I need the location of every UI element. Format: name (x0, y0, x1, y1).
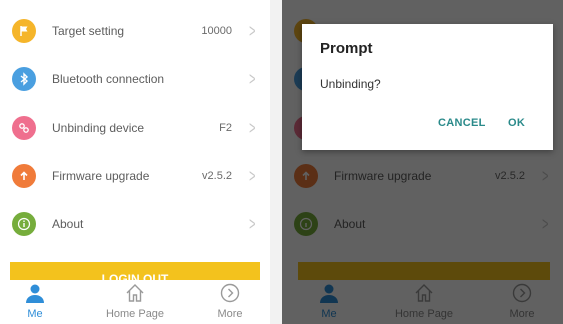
settings-screen-dimmed: Target setting 10000 > Bluetooth connect… (282, 0, 563, 324)
row-label: Unbinding device (52, 121, 145, 135)
chevron-right-icon: > (249, 68, 256, 89)
upload-icon (12, 164, 36, 188)
tab-more[interactable]: More (205, 280, 255, 324)
about-row[interactable]: About > (0, 200, 270, 248)
chevron-right-icon: > (249, 165, 256, 186)
target-setting-row[interactable]: Target setting 10000 > (0, 7, 270, 55)
unlink-icon (12, 116, 36, 140)
tab-label: Me (27, 308, 43, 320)
row-value: v2.5.2 (202, 170, 232, 182)
firmware-upgrade-row[interactable]: Firmware upgrade v2.5.2 > (0, 152, 270, 200)
info-icon (12, 212, 36, 236)
person-icon (10, 282, 60, 306)
row-value: F2 (219, 122, 232, 134)
ok-button[interactable]: OK (508, 117, 525, 129)
settings-screen: Target setting 10000 > Bluetooth connect… (0, 0, 270, 324)
tab-label: Home Page (105, 308, 165, 320)
row-label: Target setting (52, 24, 125, 38)
row-label: Bluetooth connection (52, 72, 165, 86)
tab-home-page[interactable]: Home Page (95, 280, 175, 324)
chevron-right-icon: > (249, 117, 256, 138)
cancel-button[interactable]: CANCEL (438, 117, 486, 129)
chevron-right-icon: > (249, 20, 256, 41)
row-value: 10000 (201, 25, 232, 37)
bluetooth-connection-row[interactable]: Bluetooth connection > (0, 55, 270, 103)
more-icon (205, 282, 255, 306)
tab-bar: Me Home Page More (0, 280, 270, 324)
chevron-right-icon: > (249, 213, 256, 234)
screen-gap (270, 0, 282, 324)
prompt-dialog: Prompt Unbinding? CANCEL OK (302, 24, 553, 150)
row-label: Firmware upgrade (52, 169, 150, 183)
dialog-message: Unbinding? (320, 77, 381, 91)
tab-label: More (217, 308, 243, 320)
home-icon (95, 282, 175, 306)
dialog-title: Prompt (320, 40, 373, 57)
tab-me[interactable]: Me (10, 280, 60, 324)
bluetooth-icon (12, 67, 36, 91)
flag-icon (12, 19, 36, 43)
unbinding-device-row[interactable]: Unbinding device F2 > (0, 104, 270, 152)
row-label: About (52, 217, 84, 231)
